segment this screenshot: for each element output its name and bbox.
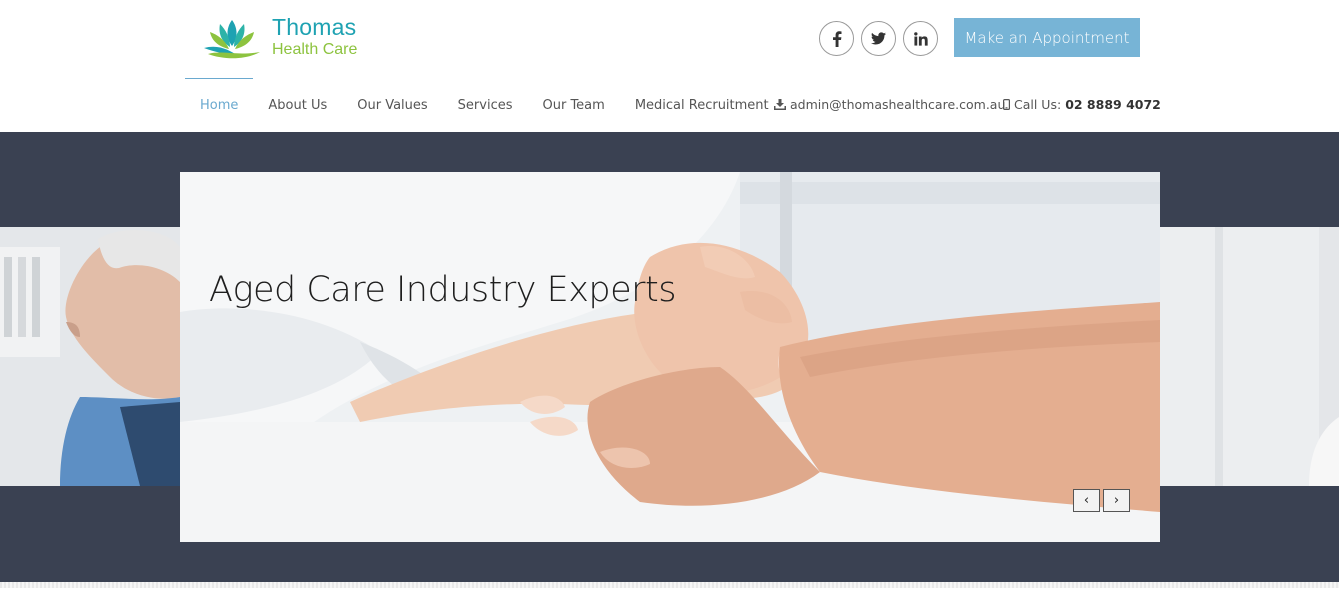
nav-item-our-team[interactable]: Our Team [528,78,620,118]
logo-subtitle: Health Care [272,41,358,58]
contact-email[interactable]: admin@thomashealthcare.com.au [774,97,1005,112]
slider-next-button[interactable]: › [1103,489,1130,512]
phone-number: 02 8889 4072 [1065,97,1161,112]
slider-prev-button[interactable]: ‹ [1073,489,1100,512]
twitter-link[interactable] [861,21,896,56]
linkedin-link[interactable] [903,21,938,56]
lotus-logo-icon [204,20,260,59]
phone-prefix: Call Us: [1014,97,1062,112]
hero-bottom-edge [0,582,1339,588]
download-icon [774,99,786,110]
facebook-icon [832,30,841,47]
elderly-man-image [0,227,180,486]
nav-item-about-us[interactable]: About Us [253,78,342,118]
hero-side-image-right [1159,227,1339,486]
email-address: admin@thomashealthcare.com.au [790,97,1006,112]
main-nav: Home About Us Our Values Services Our Te… [185,78,784,118]
twitter-icon [871,32,886,45]
hero-section: Aged Care Industry Experts ‹ › [0,132,1339,582]
hero-title: Aged Care Industry Experts [209,270,677,310]
facebook-link[interactable] [819,21,854,56]
logo-name: Thomas [272,14,357,40]
contact-phone[interactable]: Call Us: 02 8889 4072 [1003,97,1161,112]
nav-item-home[interactable]: Home [185,78,254,118]
make-appointment-button[interactable]: Make an Appointment [954,18,1140,57]
holding-hands-image [180,172,1160,542]
nav-item-our-values[interactable]: Our Values [342,78,442,118]
hero-slide: Aged Care Industry Experts [180,172,1160,542]
slider-controls: ‹ › [1073,489,1130,512]
nav-item-medical-recruitment[interactable]: Medical Recruitment [620,78,784,118]
mobile-phone-icon [1003,99,1010,110]
site-header: Thomas Health Care Make an Appointment H… [0,0,1339,132]
logo-text: Thomas Health Care [272,16,357,58]
linkedin-icon [913,31,928,46]
logo[interactable]: Thomas Health Care [200,14,370,64]
social-links [819,21,938,56]
nav-item-services[interactable]: Services [443,78,528,118]
hero-side-image-left [0,227,180,486]
